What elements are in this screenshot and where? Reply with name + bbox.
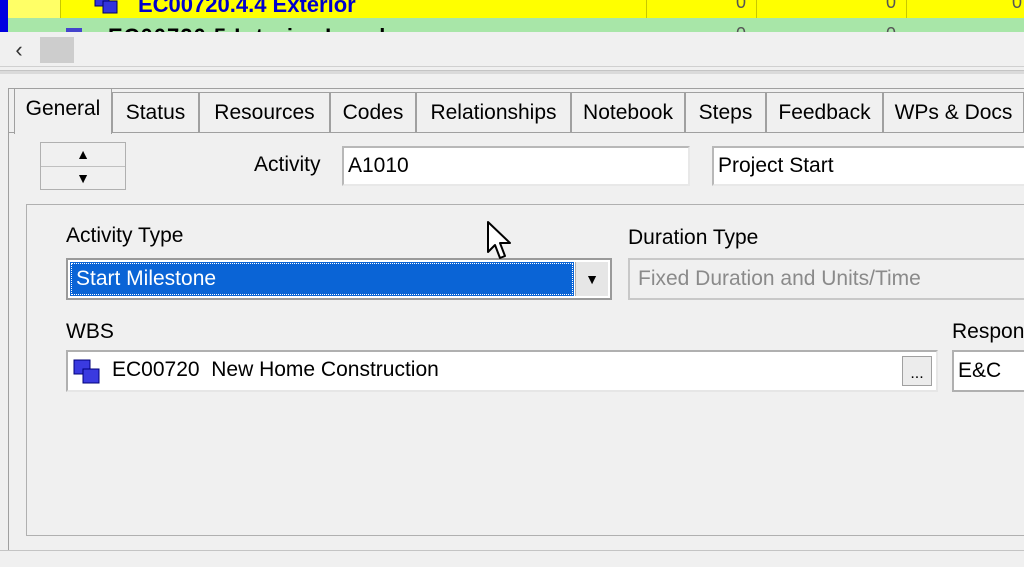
gantt-row-value: 0 bbox=[736, 0, 747, 12]
splitter[interactable] bbox=[0, 70, 1024, 74]
row-cell bbox=[906, 0, 1024, 18]
tab-relationships[interactable]: Relationships bbox=[416, 92, 571, 132]
tab-feedback[interactable]: Feedback bbox=[766, 92, 883, 132]
wbs-node-icon bbox=[66, 28, 82, 32]
window-bottom-edge bbox=[0, 550, 1024, 567]
row-indicator bbox=[0, 0, 8, 32]
wbs-node-icon bbox=[73, 359, 100, 384]
tab-steps[interactable]: Steps bbox=[685, 92, 766, 132]
gantt-row-label: EC00720.5 Interior Level bbox=[108, 24, 386, 32]
duration-type-dropdown: Fixed Duration and Units/Time bbox=[628, 258, 1024, 300]
activity-label: Activity bbox=[254, 153, 321, 176]
wbs-browse-button[interactable]: ... bbox=[902, 356, 932, 386]
tab-status[interactable]: Status bbox=[112, 92, 199, 132]
next-activity-button[interactable]: ▼ bbox=[41, 167, 125, 190]
gantt-row-value: 0 bbox=[886, 0, 897, 12]
duration-type-label: Duration Type bbox=[628, 226, 759, 249]
activity-type-dropdown[interactable]: Start Milestone ▼ bbox=[66, 258, 612, 300]
chevron-down-icon[interactable]: ▼ bbox=[575, 262, 608, 296]
mouse-cursor-icon bbox=[487, 221, 511, 259]
wbs-node-icon bbox=[94, 0, 118, 14]
activity-type-selected[interactable]: Start Milestone bbox=[70, 262, 574, 296]
scroll-thumb[interactable] bbox=[40, 37, 74, 63]
scroll-left-icon[interactable]: ‹ bbox=[8, 39, 30, 62]
responsible-manager-field[interactable]: E&C bbox=[952, 350, 1024, 392]
tab-resources[interactable]: Resources bbox=[199, 92, 330, 132]
row-cell bbox=[8, 0, 60, 18]
tab-general[interactable]: General bbox=[14, 88, 112, 134]
gantt-row-value: 0 bbox=[886, 24, 896, 32]
gantt-row-exterior[interactable]: EC00720.4.4 Exterior 0 0 0 bbox=[0, 0, 1024, 32]
wbs-label: WBS bbox=[66, 320, 114, 343]
activity-type-label: Activity Type bbox=[66, 224, 184, 247]
horizontal-scrollbar[interactable]: ‹ bbox=[0, 34, 1024, 67]
activity-navigator: ▲ ▼ bbox=[40, 142, 126, 190]
gantt-row-interior[interactable]: EC00720.5 Interior Level 0 0 bbox=[8, 18, 1024, 32]
activity-name-field[interactable]: Project Start bbox=[712, 146, 1024, 186]
gantt-area: EC00720.4.4 Exterior 0 0 0 EC00720.5 Int… bbox=[0, 0, 1024, 32]
activity-id-field[interactable]: A1010 bbox=[342, 146, 690, 186]
gantt-row-value: 0 bbox=[1012, 0, 1023, 12]
tab-codes[interactable]: Codes bbox=[330, 92, 416, 132]
previous-activity-button[interactable]: ▲ bbox=[41, 143, 125, 167]
responsible-manager-label: Respon bbox=[952, 320, 1024, 343]
wbs-value: EC00720 New Home Construction bbox=[112, 358, 439, 381]
gantt-row-label: EC00720.4.4 Exterior bbox=[138, 0, 356, 17]
tab-notebook[interactable]: Notebook bbox=[571, 92, 685, 132]
tab-wps-docs[interactable]: WPs & Docs bbox=[883, 92, 1024, 132]
row-cell bbox=[756, 0, 907, 18]
wbs-field[interactable]: EC00720 New Home Construction ... bbox=[66, 350, 938, 392]
gantt-row-value: 0 bbox=[736, 24, 746, 32]
